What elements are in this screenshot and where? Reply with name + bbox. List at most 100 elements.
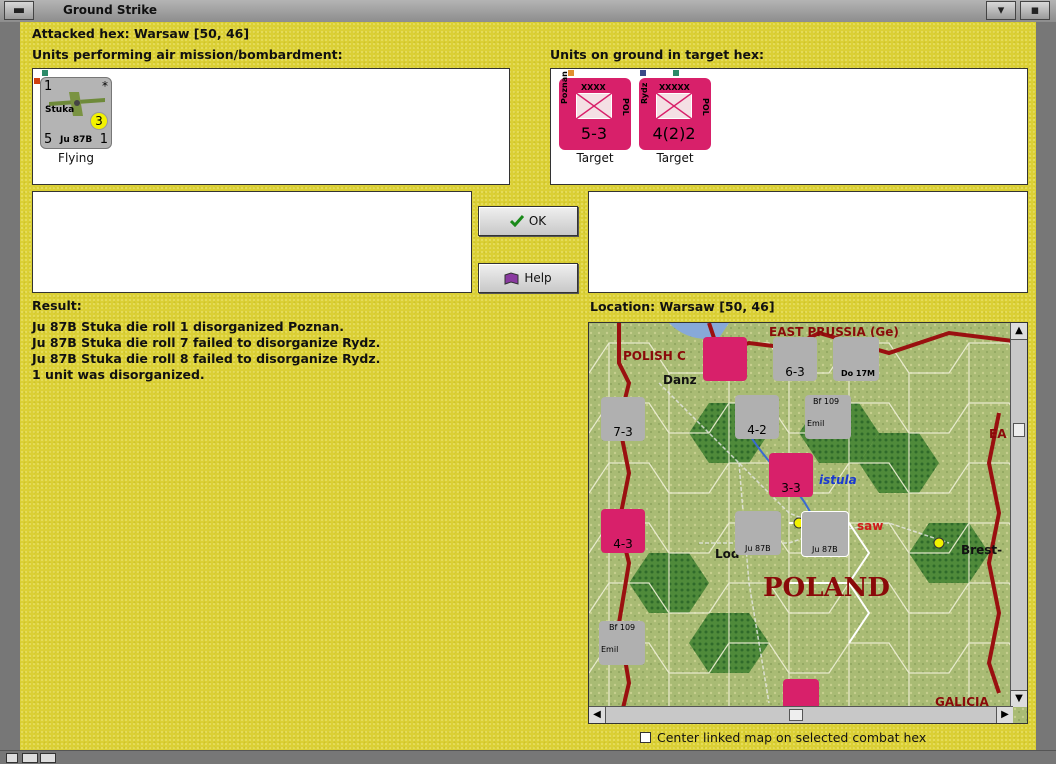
bottom-window-frame <box>0 750 1056 764</box>
infantry-symbol-icon <box>576 93 612 119</box>
unit-bottom-right-value: 1 <box>99 132 108 147</box>
system-menu-icon: ▬ <box>12 3 26 18</box>
map-counter-bf109-emil[interactable]: Bf 109 Emil <box>599 621 645 665</box>
map-counter-label: Ju 87B <box>812 545 838 554</box>
help-button-label: Help <box>524 271 552 285</box>
air-units-label: Units performing air mission/bombardment… <box>32 47 343 62</box>
air-detail-box[interactable] <box>32 191 472 293</box>
left-window-frame <box>0 22 20 750</box>
horizontal-scroll-thumb[interactable] <box>789 709 803 721</box>
unit-strength: 5-3 <box>580 124 608 143</box>
window-title: Ground Strike <box>63 3 158 17</box>
right-window-frame <box>1036 22 1056 750</box>
unit-commander-name: Poznan <box>560 71 569 104</box>
checkmark-icon <box>509 215 524 227</box>
map-counter-4-2[interactable]: 4-2 <box>735 395 779 439</box>
center-linked-map-label: Center linked map on selected combat hex <box>657 730 927 745</box>
minimize-button[interactable]: ▾ <box>986 1 1016 20</box>
unit-nation: POL <box>621 98 630 116</box>
result-log: Ju 87B Stuka die roll 1 disorganized Poz… <box>32 319 380 383</box>
close-button[interactable]: ▪ <box>1020 1 1050 20</box>
map-vertical-scrollbar[interactable]: ▲ ▼ <box>1010 323 1027 707</box>
unit-marker-icon <box>673 70 679 76</box>
unit-size: XXXXX <box>659 83 690 92</box>
map-counter-ju87b-selected[interactable]: Ju 87B <box>801 511 849 557</box>
map-counter-ju87b[interactable]: Ju 87B <box>735 511 781 555</box>
ground-units-list[interactable]: Poznan XXXX POL 5-3 Target Rydz XXXXX PO… <box>550 68 1028 185</box>
ground-unit-counter-rydz[interactable]: Rydz XXXXX POL 4(2)2 <box>639 78 711 150</box>
air-unit-counter-stuka[interactable]: 1 * Stuka 3 5 Ju 87B 1 <box>40 77 112 149</box>
center-linked-map-checkbox[interactable] <box>640 732 651 743</box>
map-counter-label: 4-2 <box>747 423 767 437</box>
help-button[interactable]: Help <box>478 263 578 293</box>
air-unit-caption: Flying <box>58 151 94 165</box>
result-line: 1 unit was disorganized. <box>32 367 205 382</box>
title-bar[interactable]: ▬ Ground Strike ▾ ▪ <box>0 0 1056 23</box>
ground-unit-caption: Target <box>656 151 694 165</box>
map-label-poland: POLAND <box>763 573 890 603</box>
unit-marker-icon <box>640 70 646 76</box>
minimize-icon: ▾ <box>997 3 1005 18</box>
location-label: Location: Warsaw [50, 46] <box>590 299 775 314</box>
unit-badge: 3 <box>90 112 108 130</box>
map-counter-4-3[interactable]: 4-3 <box>601 509 645 553</box>
ground-units-label: Units on ground in target hex: <box>550 47 765 62</box>
unit-nation: POL <box>701 98 710 116</box>
map-counter-bf109[interactable]: Bf 109 Emil <box>805 395 851 439</box>
ok-button[interactable]: OK <box>478 206 578 236</box>
ground-unit-counter-poznan[interactable]: Poznan XXXX POL 5-3 <box>559 71 631 150</box>
resize-grip-icon[interactable] <box>40 753 56 763</box>
map-counter-label: Ju 87B <box>745 544 771 553</box>
unit-size: XXXX <box>581 83 606 92</box>
map-horizontal-scrollbar[interactable]: ◀ ▶ <box>589 706 1013 723</box>
map-counter-do17m[interactable]: Do 17M <box>833 337 879 381</box>
scroll-up-icon[interactable]: ▲ <box>1011 323 1027 340</box>
location-map[interactable]: EAST PRUSSIA (Ge) POLISH C Danz istula s… <box>588 322 1028 724</box>
scroll-right-icon[interactable]: ▶ <box>996 707 1013 723</box>
map-counter-label: Bf 109 <box>813 397 840 406</box>
unit-marker-icon <box>42 70 48 76</box>
result-line: Ju 87B Stuka die roll 7 failed to disorg… <box>32 335 381 350</box>
ground-detail-box[interactable] <box>588 191 1028 293</box>
unit-name: Stuka <box>45 105 75 115</box>
unit-model: Ju 87B <box>60 135 93 145</box>
map-counter-label: Bf 109 <box>609 623 636 632</box>
map-counter-label: 4-3 <box>613 537 633 551</box>
close-icon: ▪ <box>1030 3 1040 18</box>
map-label-polish-corridor: POLISH C <box>623 349 686 363</box>
map-label-brest: Brest- <box>961 543 1003 557</box>
map-counter-label: 7-3 <box>613 425 633 439</box>
vertical-scroll-thumb[interactable] <box>1013 423 1025 437</box>
map-counter-6-3[interactable]: 6-3 <box>773 337 817 381</box>
map-counter-label: Emil <box>601 645 619 654</box>
unit-bottom-left-value: 5 <box>44 132 53 147</box>
attacked-hex-label: Attacked hex: Warsaw [50, 46] <box>32 26 250 41</box>
ground-strike-window: ▬ Ground Strike ▾ ▪ Attacked hex: Warsaw… <box>0 0 1056 764</box>
infantry-symbol-icon <box>656 93 692 119</box>
map-counter-7-3[interactable]: 7-3 <box>601 397 645 441</box>
resize-grip-icon[interactable] <box>6 753 18 763</box>
map-counter-label: 6-3 <box>785 365 805 379</box>
resize-grip-icon[interactable] <box>22 753 38 763</box>
ok-button-label: OK <box>528 214 547 228</box>
map-counter-label: Emil <box>807 419 825 428</box>
map-counter-polish[interactable] <box>703 337 747 381</box>
map-label-warsaw: saw <box>857 519 884 533</box>
unit-strength: 4(2)2 <box>652 124 696 143</box>
result-label: Result: <box>32 298 82 313</box>
map-label-ea: EA <box>989 427 1007 441</box>
dialog-client-area: Attacked hex: Warsaw [50, 46] Units perf… <box>20 22 1036 750</box>
map-label-danzig: Danz <box>663 373 697 387</box>
result-line: Ju 87B Stuka die roll 1 disorganized Poz… <box>32 319 344 334</box>
scroll-down-icon[interactable]: ▼ <box>1011 690 1027 707</box>
map-label-vistula: istula <box>819 473 857 487</box>
map-counter-label: 3-3 <box>781 481 801 495</box>
help-book-icon <box>504 271 519 285</box>
scroll-left-icon[interactable]: ◀ <box>589 707 606 723</box>
map-counter-label: Do 17M <box>840 369 875 378</box>
ground-unit-caption: Target <box>576 151 614 165</box>
air-units-list[interactable]: 1 * Stuka 3 5 Ju 87B 1 Flying <box>32 68 510 185</box>
unit-commander-name: Rydz <box>640 82 649 104</box>
system-menu-button[interactable]: ▬ <box>4 1 34 20</box>
map-counter-3-3[interactable]: 3-3 <box>769 453 813 497</box>
